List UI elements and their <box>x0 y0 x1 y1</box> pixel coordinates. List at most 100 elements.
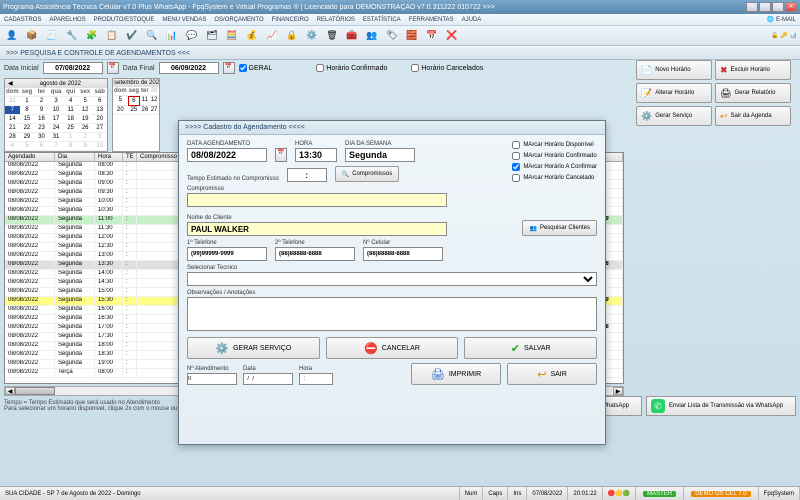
panel-title: >>> PESQUISA E CONTROLE DE AGENDAMENTOS … <box>6 50 190 57</box>
check-a-confirmar[interactable] <box>512 163 520 171</box>
tool-20[interactable]: 🏷 <box>383 28 401 44</box>
modal-nome-input[interactable] <box>187 222 447 236</box>
menu-vendas[interactable]: MENU VENDAS <box>162 17 206 23</box>
modal-cel-input[interactable] <box>363 247 443 261</box>
tool-4[interactable]: 🔧 <box>63 28 81 44</box>
modal-foot-hora-input[interactable] <box>299 373 333 385</box>
tool-16[interactable]: ⚙️ <box>303 28 321 44</box>
col-hora[interactable]: Hora <box>95 153 123 161</box>
menu-produto[interactable]: PRODUTO/ESTOQUE <box>94 17 155 23</box>
filter-cancelados-checkbox[interactable] <box>411 64 419 72</box>
menu-ajuda[interactable]: AJUDA <box>462 17 482 23</box>
tool-17[interactable]: 🗑 <box>323 28 341 44</box>
check-icon: ✔ <box>511 342 520 355</box>
menu-email[interactable]: 🌐E-MAIL <box>767 16 797 23</box>
menu-ferramentas[interactable]: FERRAMENTAS <box>409 17 454 23</box>
pesquisar-clientes-button[interactable]: 👥Pesquisar Clientes <box>522 220 597 236</box>
tool-19[interactable]: 👥 <box>363 28 381 44</box>
calendar-september[interactable]: setembro de 2022 domsegter 282930 456 11… <box>112 78 160 152</box>
col-agendado[interactable]: Agendado <box>5 153 55 161</box>
toolbar: 👤 📦 🧾 🔧 🧩 📋 ✔️ 🔍 📊 💬 🗂 🧮 💰 📈 🔒 ⚙️ 🗑 🧰 👥 … <box>0 26 800 46</box>
statusbar: SUA CIDADE - SP 7 de Agosto de 2022 - Do… <box>0 486 800 500</box>
check-disponivel[interactable] <box>512 141 520 149</box>
menu-aparelhos[interactable]: APARELHOS <box>49 17 85 23</box>
modal-calendar-icon[interactable]: 📅 <box>275 148 287 162</box>
tool-3[interactable]: 🧾 <box>43 28 61 44</box>
modal-tecnico-select[interactable] <box>187 272 597 286</box>
col-dia[interactable]: Dia <box>55 153 95 161</box>
excluir-horario-button[interactable]: ✖Excluir Horário <box>715 60 791 80</box>
status-master: MASTER <box>643 491 676 497</box>
toolbar-right: 🔓 🔑 📊 <box>771 32 797 39</box>
menu-financeiro[interactable]: FINANCEIRO <box>272 17 309 23</box>
cal-prev-icon[interactable]: ◀ <box>6 80 15 87</box>
col-te[interactable]: TE <box>123 153 137 161</box>
modal-salvar-button[interactable]: ✔SALVAR <box>464 337 597 359</box>
filter-geral-checkbox[interactable] <box>239 64 247 72</box>
modal-imprimir-button[interactable]: 🖨IMPRIMIR <box>411 363 501 385</box>
modal-atendimento-input[interactable] <box>187 373 237 385</box>
modal-tempo-input[interactable] <box>287 168 327 182</box>
modal-hora-input[interactable] <box>295 148 337 162</box>
titlebar: Programa Assistência Técnica Celular v7.… <box>0 0 800 14</box>
novo-horario-button[interactable]: 📄Novo Horário <box>636 60 712 80</box>
modal-compromisso-input[interactable] <box>187 193 447 207</box>
print-icon: 🖨 <box>720 88 731 99</box>
status-time: 20:01:22 <box>568 487 602 500</box>
printer-icon: 🖨 <box>431 368 445 381</box>
close-button[interactable]: ✕ <box>785 2 797 12</box>
modal-foot-data-input[interactable] <box>243 373 293 385</box>
tool-22[interactable]: 📅 <box>423 28 441 44</box>
tool-23[interactable]: ❌ <box>443 28 461 44</box>
minimize-button[interactable]: — <box>746 2 758 12</box>
menu-relatorios[interactable]: RELATÓRIOS <box>317 17 355 23</box>
tool-9[interactable]: 📊 <box>163 28 181 44</box>
modal-cancelar-button[interactable]: ⛔CANCELAR <box>326 337 459 359</box>
modal-tel2-input[interactable] <box>275 247 355 261</box>
tool-15[interactable]: 🔒 <box>283 28 301 44</box>
check-cancelado[interactable] <box>512 174 520 182</box>
alterar-horario-button[interactable]: 📝Alterar Horário <box>636 83 712 103</box>
modal-obs-input[interactable] <box>187 297 597 331</box>
menu-estatistica[interactable]: ESTATÍSTICA <box>363 17 401 23</box>
modal-tel1-input[interactable] <box>187 247 267 261</box>
tool-11[interactable]: 🗂 <box>203 28 221 44</box>
tool-1[interactable]: 👤 <box>3 28 21 44</box>
scroll-thumb[interactable] <box>15 387 55 395</box>
tool-6[interactable]: 📋 <box>103 28 121 44</box>
gerar-servico-button[interactable]: ⚙️Gerar Serviço <box>636 106 712 126</box>
menu-os[interactable]: OS/ORÇAMENTO <box>214 17 263 23</box>
sair-agenda-button[interactable]: ↩Sair da Agenda <box>715 106 791 126</box>
menu-cadastros[interactable]: CADASTROS <box>4 17 41 23</box>
maximize-button[interactable]: ▭ <box>759 2 771 12</box>
maximize-button-2[interactable]: ❐ <box>772 2 784 12</box>
calendar-icon[interactable]: 📅 <box>107 62 119 74</box>
filter-confirmado-checkbox[interactable] <box>316 64 324 72</box>
tool-5[interactable]: 🧩 <box>83 28 101 44</box>
modal-sair-button[interactable]: ↩SAIR <box>507 363 597 385</box>
calendar-august[interactable]: ◀agosto de 2022 domsegterquaquisexsáb311… <box>4 78 108 152</box>
scroll-right-icon[interactable]: ▶ <box>613 387 623 395</box>
modal-gerar-servico-button[interactable]: ⚙️GERAR SERVIÇO <box>187 337 320 359</box>
data-inicial-input[interactable] <box>43 62 103 74</box>
tool-21[interactable]: 🧱 <box>403 28 421 44</box>
data-inicial-label: Data Inicial <box>4 65 39 72</box>
tool-10[interactable]: 💬 <box>183 28 201 44</box>
tool-2[interactable]: 📦 <box>23 28 41 44</box>
tool-8[interactable]: 🔍 <box>143 28 161 44</box>
status-caps: Caps <box>483 487 508 500</box>
check-confirmado[interactable] <box>512 152 520 160</box>
scroll-left-icon[interactable]: ◀ <box>5 387 15 395</box>
tool-18[interactable]: 🧰 <box>343 28 361 44</box>
tool-12[interactable]: 🧮 <box>223 28 241 44</box>
compromissos-button[interactable]: 🔍Compromissos <box>335 166 400 182</box>
modal-data-input[interactable] <box>187 148 267 162</box>
tool-7[interactable]: ✔️ <box>123 28 141 44</box>
gerar-relatorio-button[interactable]: 🖨Gerar Relatório <box>715 83 791 103</box>
tool-14[interactable]: 📈 <box>263 28 281 44</box>
calendar-icon-2[interactable]: 📅 <box>223 62 235 74</box>
whatsapp-lista-button[interactable]: ✆Enviar Lista de Transmissão via WhatsAp… <box>646 396 796 416</box>
data-final-input[interactable] <box>159 62 219 74</box>
hint-text: Tempo = Tempo Estimado que será usado no… <box>4 400 206 412</box>
tool-13[interactable]: 💰 <box>243 28 261 44</box>
